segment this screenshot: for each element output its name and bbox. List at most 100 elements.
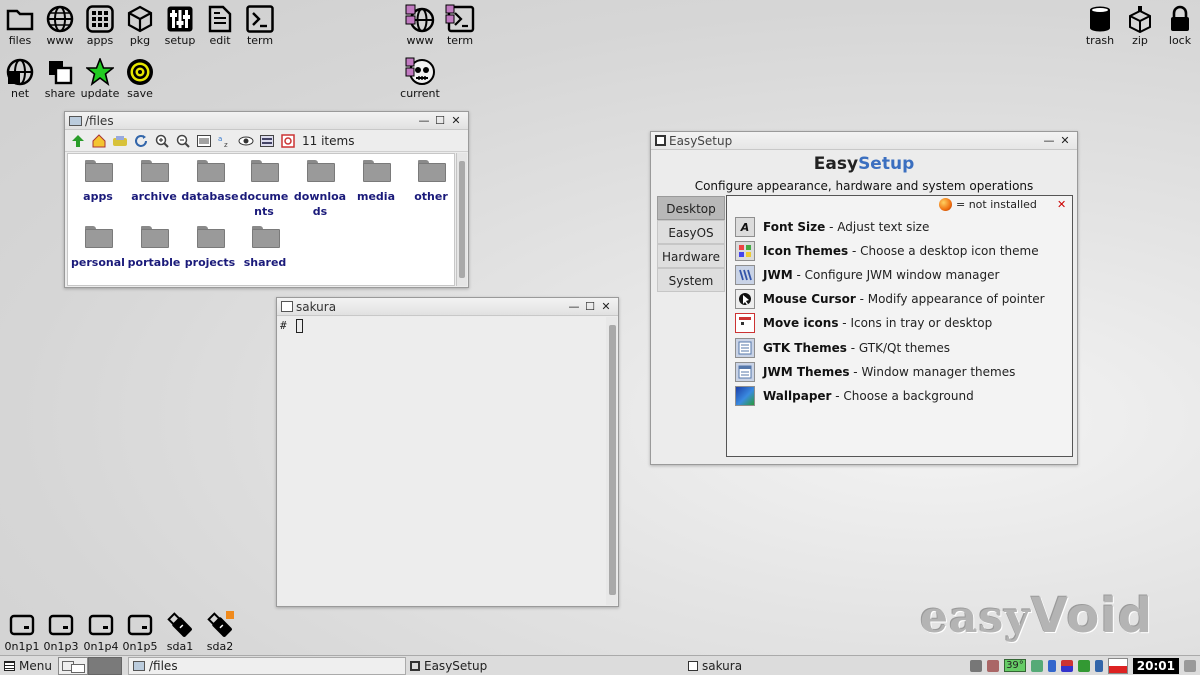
setting-mouse-cursor[interactable]: Mouse Cursor - Modify appearance of poin… — [735, 288, 1045, 310]
task-sakura[interactable]: sakura — [684, 657, 954, 675]
setting-jwm[interactable]: JWM - Configure JWM window manager — [735, 264, 999, 286]
terminal-cursor — [296, 319, 304, 333]
file-item[interactable]: other — [402, 160, 460, 204]
sakura-titlebar[interactable]: sakura — ☐ ✕ — [277, 298, 618, 316]
gtk-themes-icon — [735, 338, 755, 358]
file-item[interactable]: apps — [69, 160, 127, 204]
close-button[interactable]: ✕ — [1057, 134, 1073, 147]
file-item[interactable]: downloads — [292, 160, 348, 219]
file-item[interactable]: media — [347, 160, 405, 204]
maximize-button[interactable]: ☐ — [432, 114, 448, 127]
setting-jwm-themes[interactable]: JWM Themes - Window manager themes — [735, 361, 1015, 383]
terminal-icon — [445, 4, 475, 34]
sliders-icon — [165, 4, 195, 34]
scrollbar-thumb[interactable] — [459, 161, 465, 278]
desktop-icon-term-center[interactable]: term — [440, 0, 480, 48]
close-button[interactable]: ✕ — [448, 114, 464, 127]
folder-icon — [418, 160, 446, 182]
desktop-icon-save[interactable]: save — [120, 53, 160, 101]
apps-grid-icon — [85, 4, 115, 34]
scrollbar-thumb[interactable] — [609, 325, 616, 595]
pager-desk-1[interactable] — [58, 656, 88, 675]
cursor-icon — [735, 289, 755, 309]
minimize-button[interactable]: — — [566, 300, 582, 313]
tab-desktop[interactable]: Desktop — [657, 196, 725, 220]
drive-sda2[interactable]: sda2 — [200, 606, 240, 654]
network-tray-icon[interactable] — [1030, 659, 1043, 672]
drive-icon — [7, 610, 37, 640]
folder-icon — [252, 226, 280, 248]
file-item[interactable]: portable — [125, 226, 183, 270]
desktop-icon-lock[interactable]: lock — [1160, 0, 1200, 48]
setting-wallpaper[interactable]: Wallpaper - Choose a background — [735, 385, 974, 407]
easysetup-titlebar[interactable]: EasySetup — ✕ — [651, 132, 1077, 150]
task-files[interactable]: /files — [128, 656, 406, 675]
file-item[interactable]: projects — [181, 226, 239, 270]
icon-themes-icon — [735, 241, 755, 261]
flag-icon[interactable] — [1060, 659, 1073, 672]
files-scrollbar[interactable] — [456, 153, 467, 286]
volume-icon[interactable] — [970, 659, 983, 672]
orange-ball-icon — [939, 198, 952, 211]
folder-icon — [85, 226, 113, 248]
setting-gtk-themes[interactable]: GTK Themes - GTK/Qt themes — [735, 337, 950, 359]
file-item[interactable]: documents — [236, 160, 292, 219]
folder-icon — [141, 160, 169, 182]
folder-icon — [197, 160, 225, 182]
user-icon[interactable] — [987, 659, 1000, 672]
easysetup-heading: EasySetup — [813, 154, 915, 174]
bookmarks-icon[interactable] — [111, 132, 129, 150]
document-icon — [205, 4, 235, 34]
temperature[interactable]: 39° — [1004, 659, 1026, 672]
zoom-in-icon[interactable] — [153, 132, 171, 150]
network-icon — [5, 57, 35, 87]
menu-button[interactable]: Menu — [0, 657, 58, 675]
refresh-icon[interactable] — [132, 132, 150, 150]
bluetooth-icon[interactable] — [1094, 659, 1103, 672]
folder-icon — [85, 160, 113, 182]
window-icon — [688, 660, 698, 671]
help-icon[interactable] — [279, 132, 297, 150]
files-titlebar[interactable]: /files — ☐ ✕ — [65, 112, 468, 130]
share-icon — [45, 57, 75, 87]
file-item[interactable]: shared — [236, 226, 294, 270]
battery-icon[interactable] — [1047, 659, 1056, 672]
clock[interactable]: 20:01 — [1132, 657, 1179, 674]
memory-icon[interactable] — [1077, 659, 1090, 672]
easyvoid-logo: easyVoid — [920, 588, 1154, 644]
desktop-icon-term[interactable]: term — [240, 0, 280, 48]
close-button[interactable]: ✕ — [598, 300, 614, 313]
package-icon — [125, 4, 155, 34]
file-item[interactable]: database — [181, 160, 239, 204]
minimize-button[interactable]: — — [416, 114, 432, 127]
trash-icon — [1085, 4, 1115, 34]
minimize-button[interactable]: — — [1041, 134, 1057, 147]
files-title: /files — [85, 113, 114, 128]
show-desktop-icon[interactable] — [1184, 659, 1196, 672]
tab-system[interactable]: System — [657, 268, 725, 292]
desktop-icon-current[interactable]: current — [400, 53, 440, 101]
task-easysetup[interactable]: EasySetup — [406, 657, 684, 675]
file-item[interactable]: personal — [69, 226, 127, 270]
maximize-button[interactable]: ☐ — [582, 300, 598, 313]
locale-flag-icon[interactable] — [1107, 657, 1128, 674]
setting-font-size[interactable]: A Font Size - Adjust text size — [735, 216, 929, 238]
folder-icon — [197, 226, 225, 248]
pager-desk-2[interactable] — [88, 656, 122, 675]
terminal-scrollbar[interactable] — [606, 317, 617, 605]
window-icon — [281, 301, 293, 312]
list-view-icon[interactable] — [195, 132, 213, 150]
close-legend-icon[interactable]: ✕ — [1057, 198, 1066, 211]
home-icon[interactable] — [90, 132, 108, 150]
up-arrow-icon[interactable] — [69, 132, 87, 150]
eye-icon[interactable] — [237, 132, 255, 150]
tab-hardware[interactable]: Hardware — [657, 244, 725, 268]
tab-easyos[interactable]: EasyOS — [657, 220, 725, 244]
setting-move-icons[interactable]: Move icons - Icons in tray or desktop — [735, 312, 992, 334]
terminal-area[interactable]: # — [278, 317, 606, 605]
file-item[interactable]: archive — [125, 160, 183, 204]
setting-icon-themes[interactable]: Icon Themes - Choose a desktop icon them… — [735, 240, 1039, 262]
details-icon[interactable] — [258, 132, 276, 150]
zoom-out-icon[interactable] — [174, 132, 192, 150]
sort-icon[interactable]: az — [216, 132, 234, 150]
